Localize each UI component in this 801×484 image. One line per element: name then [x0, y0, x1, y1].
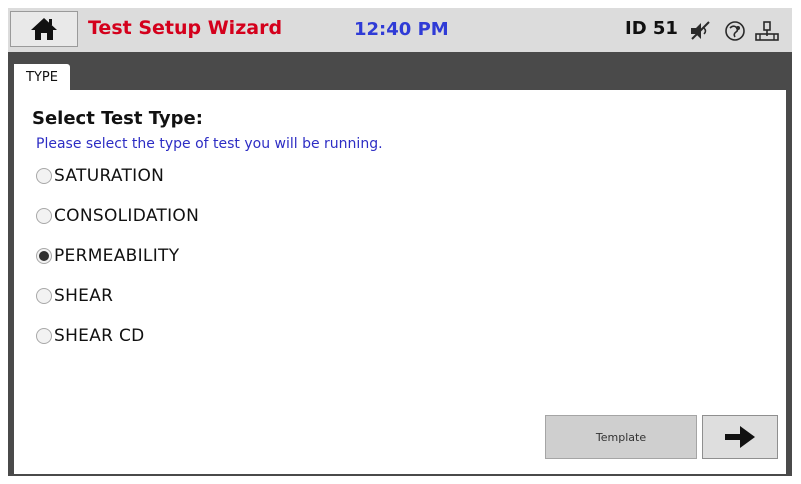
home-icon	[31, 18, 57, 40]
option-shear-cd[interactable]: SHEAR CD	[36, 323, 145, 349]
device-id: ID 51	[625, 18, 678, 39]
radio-button[interactable]	[36, 168, 52, 184]
tab-type[interactable]: TYPE	[14, 64, 70, 90]
template-button-label: Template	[595, 430, 647, 444]
template-button[interactable]: Template	[545, 415, 697, 459]
page-subtitle: Please select the type of test you will …	[36, 136, 383, 152]
option-label: SATURATION	[54, 166, 165, 186]
radio-button[interactable]	[36, 288, 52, 304]
option-label: SHEAR	[54, 286, 114, 306]
option-label: SHEAR CD	[54, 326, 145, 346]
usb-icon[interactable]	[754, 20, 780, 42]
option-label: PERMEABILITY	[54, 246, 180, 266]
tab-type-label: TYPE	[26, 69, 58, 85]
radio-button[interactable]	[36, 208, 52, 224]
option-saturation[interactable]: SATURATION	[36, 163, 164, 189]
main-panel: Select Test Type: Please select the type…	[14, 90, 786, 474]
radio-button[interactable]	[36, 328, 52, 344]
mute-icon[interactable]	[689, 20, 713, 42]
network-icon[interactable]	[724, 20, 746, 42]
home-button[interactable]	[10, 11, 78, 47]
arrow-right-icon	[725, 426, 755, 448]
radio-button-selected[interactable]	[36, 248, 52, 264]
next-button[interactable]	[702, 415, 778, 459]
option-shear[interactable]: SHEAR	[36, 283, 113, 309]
app-frame: Test Setup Wizard 12:40 PM ID 51 TYPE Se…	[8, 8, 792, 476]
option-consolidation[interactable]: CONSOLIDATION	[36, 203, 199, 229]
page-heading: Select Test Type:	[32, 108, 203, 129]
option-label: CONSOLIDATION	[54, 206, 200, 226]
top-bar: Test Setup Wizard 12:40 PM ID 51	[8, 8, 792, 52]
app-title: Test Setup Wizard	[88, 17, 283, 39]
clock: 12:40 PM	[354, 19, 449, 40]
option-permeability[interactable]: PERMEABILITY	[36, 243, 179, 269]
